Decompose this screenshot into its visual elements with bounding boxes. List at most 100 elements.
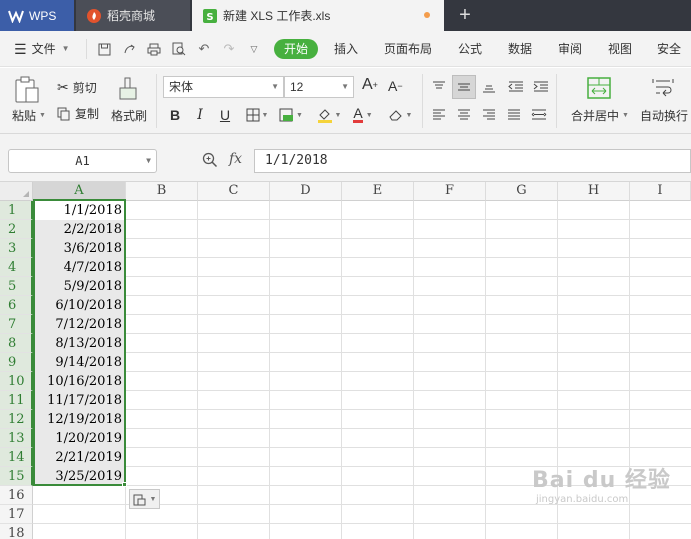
paste-button-icon-wrap[interactable] xyxy=(14,76,40,104)
print-preview-icon[interactable] xyxy=(170,40,188,58)
clear-format-icon[interactable]: ▼ xyxy=(385,104,415,126)
cell-a8[interactable]: 8/13/2018 xyxy=(34,334,125,353)
copy-button[interactable]: 复制 xyxy=(57,105,99,122)
redo-icon[interactable]: ↷ xyxy=(220,40,238,58)
save-icon[interactable] xyxy=(95,40,113,58)
menu-tab-start[interactable]: 开始 xyxy=(274,39,319,59)
row-header-9[interactable]: 9 xyxy=(0,353,33,372)
row-header-13[interactable]: 13 xyxy=(0,429,33,448)
font-color-icon[interactable]: A ▼ xyxy=(348,104,378,126)
fill-color-icon[interactable]: ▼ xyxy=(314,104,344,126)
column-header-c[interactable]: C xyxy=(198,182,270,201)
tab-store[interactable]: 稻壳商城 xyxy=(76,0,190,31)
row-header-16[interactable]: 16 xyxy=(0,486,33,505)
customize-toolbar-icon[interactable]: ▽ xyxy=(245,40,263,58)
new-tab-button[interactable]: + xyxy=(452,0,478,31)
font-name-select[interactable]: 宋体 ▼ xyxy=(163,76,284,98)
distributed-align-icon[interactable] xyxy=(528,104,550,126)
row-header-12[interactable]: 12 xyxy=(0,410,33,429)
row-header-3[interactable]: 3 xyxy=(0,239,33,258)
row-header-4[interactable]: 4 xyxy=(0,258,33,277)
tab-wps-home[interactable]: WPS xyxy=(0,0,74,31)
column-header-d[interactable]: D xyxy=(270,182,342,201)
align-right-icon[interactable] xyxy=(478,104,500,126)
merge-icon-wrap[interactable] xyxy=(587,77,611,99)
row-header-2[interactable]: 2 xyxy=(0,220,33,239)
cell-style-icon[interactable]: ▼ xyxy=(276,104,306,126)
wrap-text-button[interactable]: 自动换行 xyxy=(640,107,688,124)
column-header-g[interactable]: G xyxy=(486,182,558,201)
cell-a15[interactable]: 3/25/2019 xyxy=(34,467,125,486)
wrap-icon-wrap[interactable] xyxy=(651,77,675,99)
menu-tab-data[interactable]: 数据 xyxy=(508,39,532,59)
cell-a9[interactable]: 9/14/2018 xyxy=(34,353,125,372)
font-size-select[interactable]: 12 ▼ xyxy=(284,76,354,98)
menu-tab-security[interactable]: 安全 xyxy=(657,39,681,59)
cell-a13[interactable]: 1/20/2019 xyxy=(34,429,125,448)
format-painter-button[interactable]: 格式刷 xyxy=(111,107,147,124)
menu-tab-formulas[interactable]: 公式 xyxy=(458,39,482,59)
zoom-search-icon[interactable] xyxy=(202,152,218,171)
row-header-7[interactable]: 7 xyxy=(0,315,33,334)
name-box[interactable]: A1 ▼ xyxy=(8,149,157,173)
align-top-icon[interactable] xyxy=(428,76,450,98)
justify-icon[interactable] xyxy=(503,104,525,126)
row-header-15[interactable]: 15 xyxy=(0,467,33,486)
undo-icon[interactable]: ↶ xyxy=(195,40,213,58)
italic-icon[interactable]: I xyxy=(189,104,211,126)
paste-options-button[interactable]: ▼ xyxy=(129,489,160,509)
column-header-a[interactable]: A xyxy=(33,182,126,201)
align-middle-icon[interactable] xyxy=(452,75,476,99)
merge-center-button[interactable]: 合并居中 ▼ xyxy=(571,107,629,124)
column-header-i[interactable]: I xyxy=(630,182,691,201)
cell-a14[interactable]: 2/21/2019 xyxy=(34,448,125,467)
file-menu[interactable]: ☰ 文件 ▼ xyxy=(14,39,70,59)
cell-a10[interactable]: 10/16/2018 xyxy=(34,372,125,391)
bold-icon[interactable]: B xyxy=(164,104,186,126)
row-header-14[interactable]: 14 xyxy=(0,448,33,467)
row-header-5[interactable]: 5 xyxy=(0,277,33,296)
tab-document[interactable]: S 新建 XLS 工作表.xls xyxy=(192,0,444,31)
row-header-18[interactable]: 18 xyxy=(0,524,33,539)
decrease-font-icon[interactable]: A − xyxy=(388,78,403,94)
row-header-10[interactable]: 10 xyxy=(0,372,33,391)
align-bottom-icon[interactable] xyxy=(478,76,500,98)
align-left-icon[interactable] xyxy=(428,104,450,126)
row-header-17[interactable]: 17 xyxy=(0,505,33,524)
row-header-6[interactable]: 6 xyxy=(0,296,33,315)
column-header-b[interactable]: B xyxy=(126,182,198,201)
row-header-8[interactable]: 8 xyxy=(0,334,33,353)
print-icon[interactable] xyxy=(145,40,163,58)
menu-tab-insert[interactable]: 插入 xyxy=(334,39,358,59)
output-icon[interactable] xyxy=(120,40,138,58)
menu-tab-page-layout[interactable]: 页面布局 xyxy=(384,39,432,59)
underline-icon[interactable]: U xyxy=(214,104,236,126)
paste-button[interactable]: 粘贴 ▼ xyxy=(12,107,46,124)
format-painter-icon-wrap[interactable] xyxy=(117,77,139,101)
row-header-11[interactable]: 11 xyxy=(0,391,33,410)
increase-font-icon[interactable]: A + xyxy=(362,76,378,94)
formula-input[interactable]: 1/1/2018 xyxy=(254,149,691,173)
column-header-h[interactable]: H xyxy=(558,182,630,201)
cell-a2[interactable]: 2/2/2018 xyxy=(34,220,125,239)
borders-icon[interactable]: ▼ xyxy=(242,104,272,126)
menu-tab-view[interactable]: 视图 xyxy=(608,39,632,59)
cell-a6[interactable]: 6/10/2018 xyxy=(34,296,125,315)
cell-a4[interactable]: 4/7/2018 xyxy=(34,258,125,277)
row-header-1[interactable]: 1 xyxy=(0,201,33,220)
column-header-e[interactable]: E xyxy=(342,182,414,201)
cell-a3[interactable]: 3/6/2018 xyxy=(34,239,125,258)
cell-a1[interactable]: 1/1/2018 xyxy=(34,201,125,220)
cell-a12[interactable]: 12/19/2018 xyxy=(34,410,125,429)
cut-button[interactable]: ✂ 剪切 xyxy=(57,79,97,96)
insert-function-button[interactable]: fx xyxy=(229,151,242,167)
increase-indent-icon[interactable] xyxy=(530,76,552,98)
fill-handle[interactable] xyxy=(122,482,127,487)
column-header-f[interactable]: F xyxy=(414,182,486,201)
cell-a7[interactable]: 7/12/2018 xyxy=(34,315,125,334)
cell-a5[interactable]: 5/9/2018 xyxy=(34,277,125,296)
decrease-indent-icon[interactable] xyxy=(505,76,527,98)
cell-a11[interactable]: 11/17/2018 xyxy=(34,391,125,410)
align-center-icon[interactable] xyxy=(453,104,475,126)
select-all-corner[interactable] xyxy=(0,182,33,201)
